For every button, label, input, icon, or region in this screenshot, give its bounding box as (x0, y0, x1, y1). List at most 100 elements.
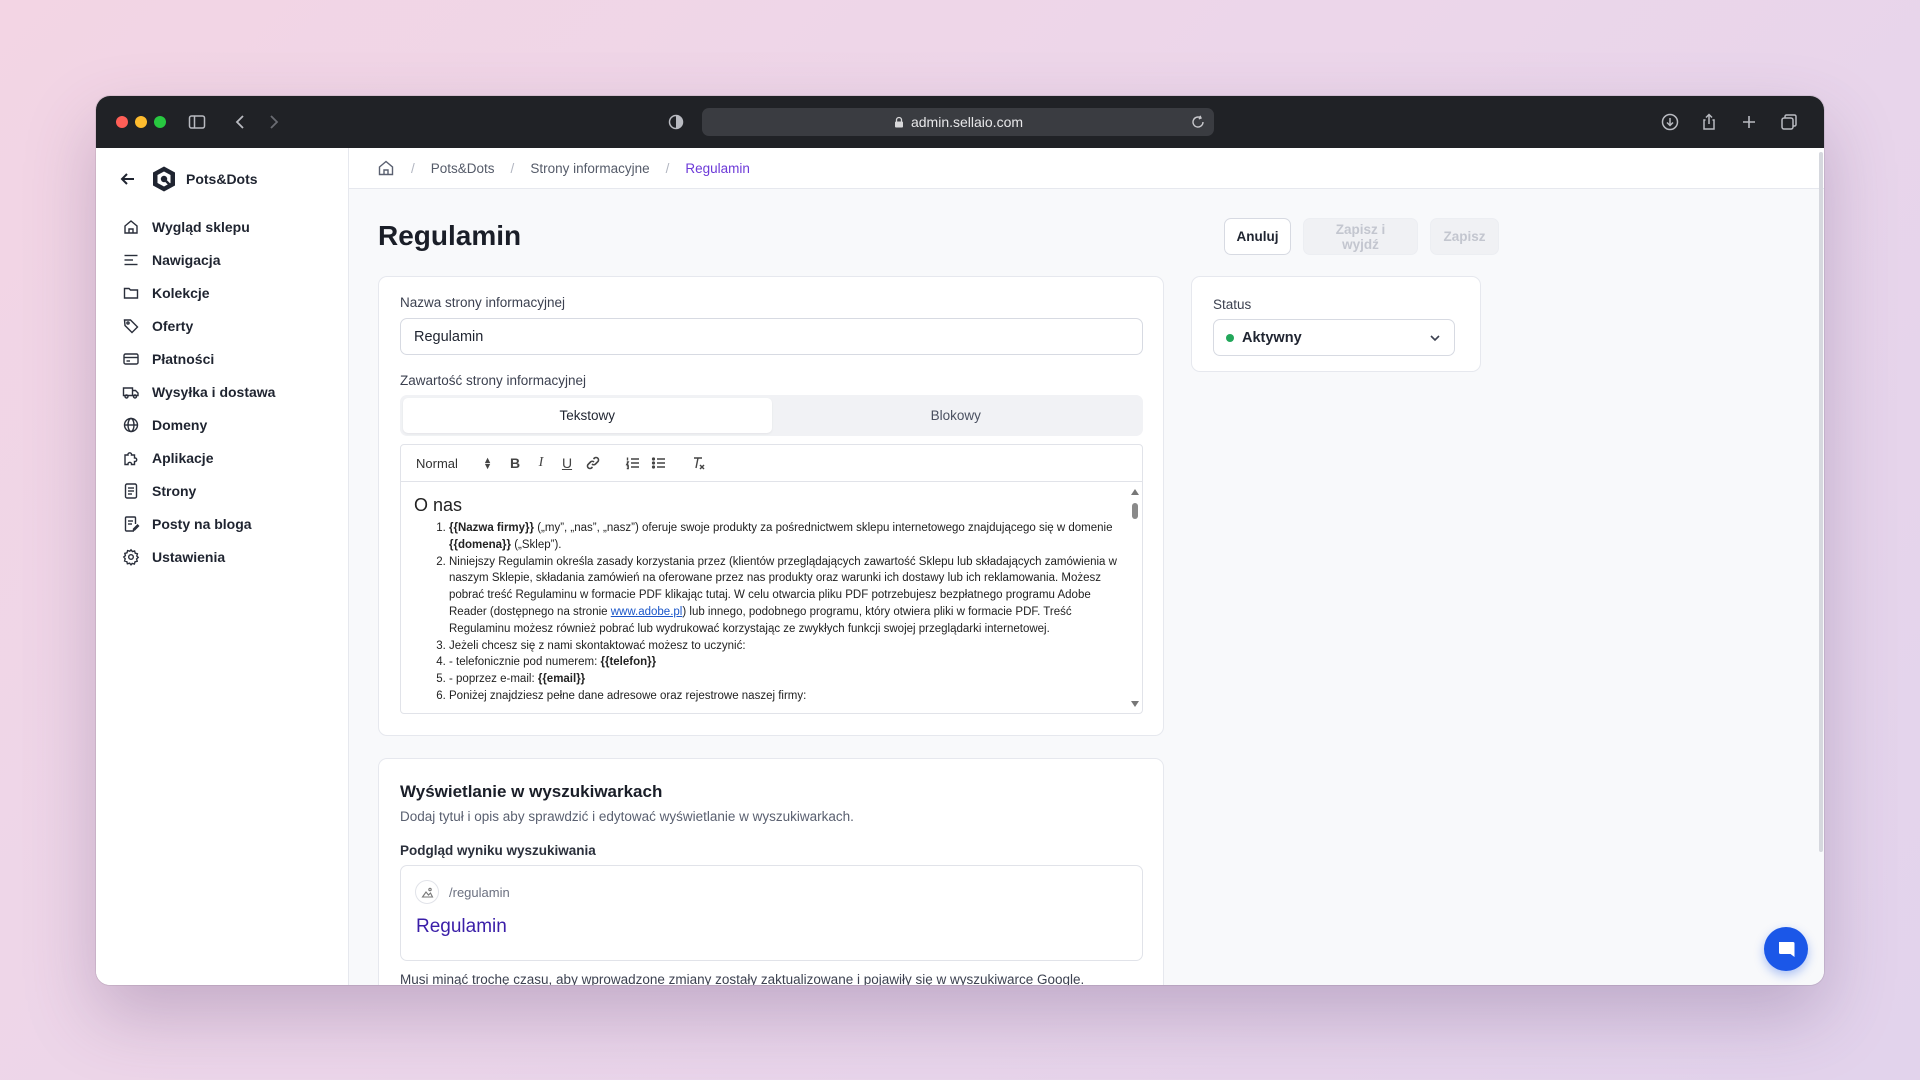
chevron-down-icon (1430, 335, 1440, 342)
sidebar-item-nawigacja[interactable]: Nawigacja (96, 243, 348, 276)
forward-arrow-icon[interactable] (260, 109, 286, 135)
sidebar-item-platnosci[interactable]: Płatności (96, 342, 348, 375)
select-arrows-icon: ▲ ▼ (483, 455, 492, 471)
sidebar-toggle-icon[interactable] (184, 109, 210, 135)
editor-ordered-list: {{Nazwa firmy}} („my”, „nas”, „nasz”) of… (414, 520, 1128, 705)
main-content: / Pots&Dots / Strony informacyjne / Regu… (349, 148, 1824, 985)
sidebar-item-kolekcje[interactable]: Kolekcje (96, 276, 348, 309)
sidebar-item-ustawienia[interactable]: Ustawienia (96, 540, 348, 573)
close-window-button[interactable] (116, 116, 128, 128)
breadcrumb-separator: / (665, 160, 670, 176)
scroll-up-icon[interactable] (1131, 489, 1139, 495)
minimize-window-button[interactable] (135, 116, 147, 128)
rich-text-editor[interactable]: Normal ▲ ▼ B I U O nas 1. {{Nazwa firmy}… (400, 444, 1143, 714)
address-bar[interactable]: admin.sellaio.com (702, 108, 1214, 136)
ordered-list-icon[interactable] (620, 451, 646, 475)
list-item: - poprzez e-mail: {{email}} (449, 671, 1128, 688)
browser-window: admin.sellaio.com Pots&Dots Wygląd sklep… (96, 96, 1824, 985)
scroll-down-icon[interactable] (1131, 701, 1139, 707)
sidebar-item-oferty[interactable]: Oferty (96, 309, 348, 342)
reload-icon[interactable] (1190, 114, 1206, 130)
seo-title: Wyświetlanie w wyszukiwarkach (400, 782, 663, 801)
tab-overview-icon[interactable] (1776, 109, 1802, 135)
gear-icon (122, 548, 140, 566)
sidebar-item-label: Domeny (152, 416, 208, 433)
tab-tekstowy[interactable]: Tekstowy (403, 398, 772, 433)
editor-content[interactable]: O nas {{Nazwa firmy}} („my”, „nas”, „nas… (401, 483, 1128, 713)
page-name-label: Nazwa strony informacyjnej (400, 295, 566, 310)
underline-icon[interactable]: U (554, 451, 580, 475)
sidebar-item-domeny[interactable]: Domeny (96, 408, 348, 441)
globe-icon (123, 417, 139, 432)
bold-icon[interactable]: B (502, 451, 528, 475)
browser-toolbar: admin.sellaio.com (96, 96, 1824, 148)
list-item: - telefonicznie pod numerem: {{telefon}} (449, 654, 1128, 671)
italic-icon[interactable]: I (528, 451, 554, 475)
window-controls (116, 116, 166, 128)
breadcrumb-item-info-pages[interactable]: Strony informacyjne (530, 161, 649, 176)
link-icon[interactable] (580, 451, 606, 475)
sidebar-item-posty[interactable]: Posty na bloga (96, 507, 348, 540)
share-icon[interactable] (1696, 109, 1722, 135)
sidebar-item-label: Aplikacje (152, 449, 214, 466)
store-logo-icon (153, 166, 175, 192)
back-arrow-icon[interactable] (118, 169, 138, 189)
editor-heading: O nas (414, 495, 463, 515)
preview-url: /regulamin (449, 885, 510, 900)
format-select[interactable]: Normal ▲ ▼ (416, 456, 502, 471)
new-tab-icon[interactable] (1736, 109, 1762, 135)
home-icon[interactable] (377, 159, 395, 177)
list-item: Niniejszy Regulamin określa zasady korzy… (449, 554, 1128, 638)
sidebar-item-label: Kolekcje (152, 284, 210, 301)
brand-header: Pots&Dots (96, 162, 348, 196)
sidebar-item-label: Oferty (152, 317, 194, 334)
sidebar-nav: Wygląd sklepu Nawigacja Kolekcje Oferty … (96, 210, 348, 573)
scroll-thumb[interactable] (1132, 503, 1138, 519)
seo-card: Wyświetlanie w wyszukiwarkach Dodaj tytu… (378, 758, 1164, 985)
address-text: admin.sellaio.com (910, 114, 1024, 130)
bullet-list-icon[interactable] (646, 451, 672, 475)
adobe-link[interactable]: www.adobe.pl (611, 606, 683, 618)
status-select[interactable]: Aktywny (1213, 319, 1455, 356)
page-name-input[interactable]: Regulamin (400, 318, 1143, 355)
breadcrumb-item-store[interactable]: Pots&Dots (431, 161, 495, 176)
back-arrow-icon[interactable] (228, 109, 254, 135)
storefront-icon (124, 219, 138, 234)
maximize-window-button[interactable] (154, 116, 166, 128)
sidebar-item-strony[interactable]: Strony (96, 474, 348, 507)
page-scrollbar[interactable] (1818, 148, 1824, 985)
list-item: Jeżeli chcesz się z nami skontaktować mo… (449, 638, 1128, 655)
list-item: {{Nazwa firmy}} („my”, „nas”, „nasz”) of… (449, 520, 1128, 554)
format-select-value: Normal (416, 455, 458, 471)
credit-card-icon (123, 352, 139, 365)
store-name: Pots&Dots (186, 171, 258, 187)
page-scroll-thumb[interactable] (1819, 152, 1823, 852)
tab-blokowy[interactable]: Blokowy (772, 398, 1141, 433)
page-actions: Anuluj Zapisz i wyjdź Zapisz (1224, 218, 1499, 255)
download-icon[interactable] (1657, 109, 1683, 135)
chat-button[interactable] (1764, 927, 1808, 971)
sidebar-item-label: Ustawienia (152, 548, 226, 565)
admin-app: Pots&Dots Wygląd sklepu Nawigacja Kolekc… (96, 148, 1824, 985)
privacy-shield-icon[interactable] (663, 109, 689, 135)
list-item: Poniżej znajdziesz pełne dane adresowe o… (449, 688, 1128, 705)
status-value: Aktywny (1242, 329, 1302, 346)
breadcrumb: / Pots&Dots / Strony informacyjne / Regu… (349, 148, 1824, 189)
truck-icon (122, 386, 139, 399)
sidebar-item-label: Płatności (152, 350, 215, 367)
sidebar-item-label: Nawigacja (152, 251, 221, 268)
sidebar-item-label: Wygląd sklepu (152, 218, 250, 235)
favicon-icon (415, 880, 439, 904)
status-label: Status (1213, 297, 1252, 312)
sidebar: Pots&Dots Wygląd sklepu Nawigacja Kolekc… (96, 148, 349, 985)
sidebar-item-wysylka[interactable]: Wysyłka i dostawa (96, 375, 348, 408)
save-and-exit-button[interactable]: Zapisz i wyjdź (1303, 218, 1418, 255)
editor-scrollbar[interactable] (1128, 483, 1142, 713)
cancel-button[interactable]: Anuluj (1224, 218, 1291, 255)
save-button[interactable]: Zapisz (1430, 218, 1499, 255)
page-content-label: Zawartość strony informacyjnej (400, 373, 587, 388)
breadcrumb-separator: / (411, 160, 415, 176)
clear-format-icon[interactable] (686, 451, 712, 475)
sidebar-item-wyglad-sklepu[interactable]: Wygląd sklepu (96, 210, 348, 243)
sidebar-item-aplikacje[interactable]: Aplikacje (96, 441, 348, 474)
